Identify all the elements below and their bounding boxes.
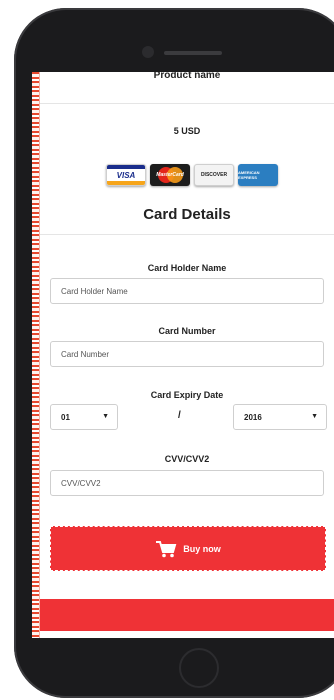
amex-card-icon: AMERICAN EXPRESS xyxy=(238,164,278,186)
discover-card-icon: DISCOVER xyxy=(194,164,234,186)
section-title: Card Details xyxy=(143,206,231,223)
phone-screen: Product name 5 USD VISA MasterCard DISCO… xyxy=(32,72,334,638)
mastercard-icon: MasterCard xyxy=(150,164,190,186)
chevron-down-icon: ▼ xyxy=(102,413,109,420)
buy-now-label: Buy now xyxy=(183,543,221,554)
divider xyxy=(40,103,334,104)
shopping-cart-icon xyxy=(156,540,177,557)
expiry-date-label: Card Expiry Date xyxy=(150,390,224,400)
expiry-month-value: 01 xyxy=(61,412,70,422)
card-holder-label: Card Holder Name xyxy=(147,263,227,273)
expiry-month-select[interactable]: 01 ▼ xyxy=(50,404,118,430)
phone-speaker xyxy=(164,51,222,55)
card-brand-icons: VISA MasterCard DISCOVER AMERICAN EXPRES… xyxy=(106,164,278,186)
decorative-border-stripe xyxy=(32,72,40,638)
card-holder-placeholder: Card Holder Name xyxy=(61,286,128,296)
divider xyxy=(40,234,334,235)
checkout-content: Product name 5 USD VISA MasterCard DISCO… xyxy=(40,72,334,638)
cvv-placeholder: CVV/CVV2 xyxy=(61,478,101,488)
expiry-separator: / xyxy=(178,410,181,421)
home-button[interactable] xyxy=(179,648,219,688)
card-number-placeholder: Card Number xyxy=(61,349,110,359)
cvv-input[interactable]: CVV/CVV2 xyxy=(50,470,324,496)
cvv-label: CVV/CVV2 xyxy=(164,454,210,464)
chevron-down-icon: ▼ xyxy=(311,413,318,420)
footer-bar xyxy=(40,599,334,631)
expiry-year-select[interactable]: 2016 ▼ xyxy=(233,404,327,430)
expiry-year-value: 2016 xyxy=(244,412,262,422)
product-price: 5 USD xyxy=(173,126,201,136)
front-camera xyxy=(142,46,154,58)
card-holder-input[interactable]: Card Holder Name xyxy=(50,278,324,304)
card-number-input[interactable]: Card Number xyxy=(50,341,324,367)
card-number-label: Card Number xyxy=(158,326,216,336)
buy-now-button[interactable]: Buy now xyxy=(50,526,326,571)
visa-card-icon: VISA xyxy=(106,164,146,186)
product-name: Product name xyxy=(153,72,221,81)
